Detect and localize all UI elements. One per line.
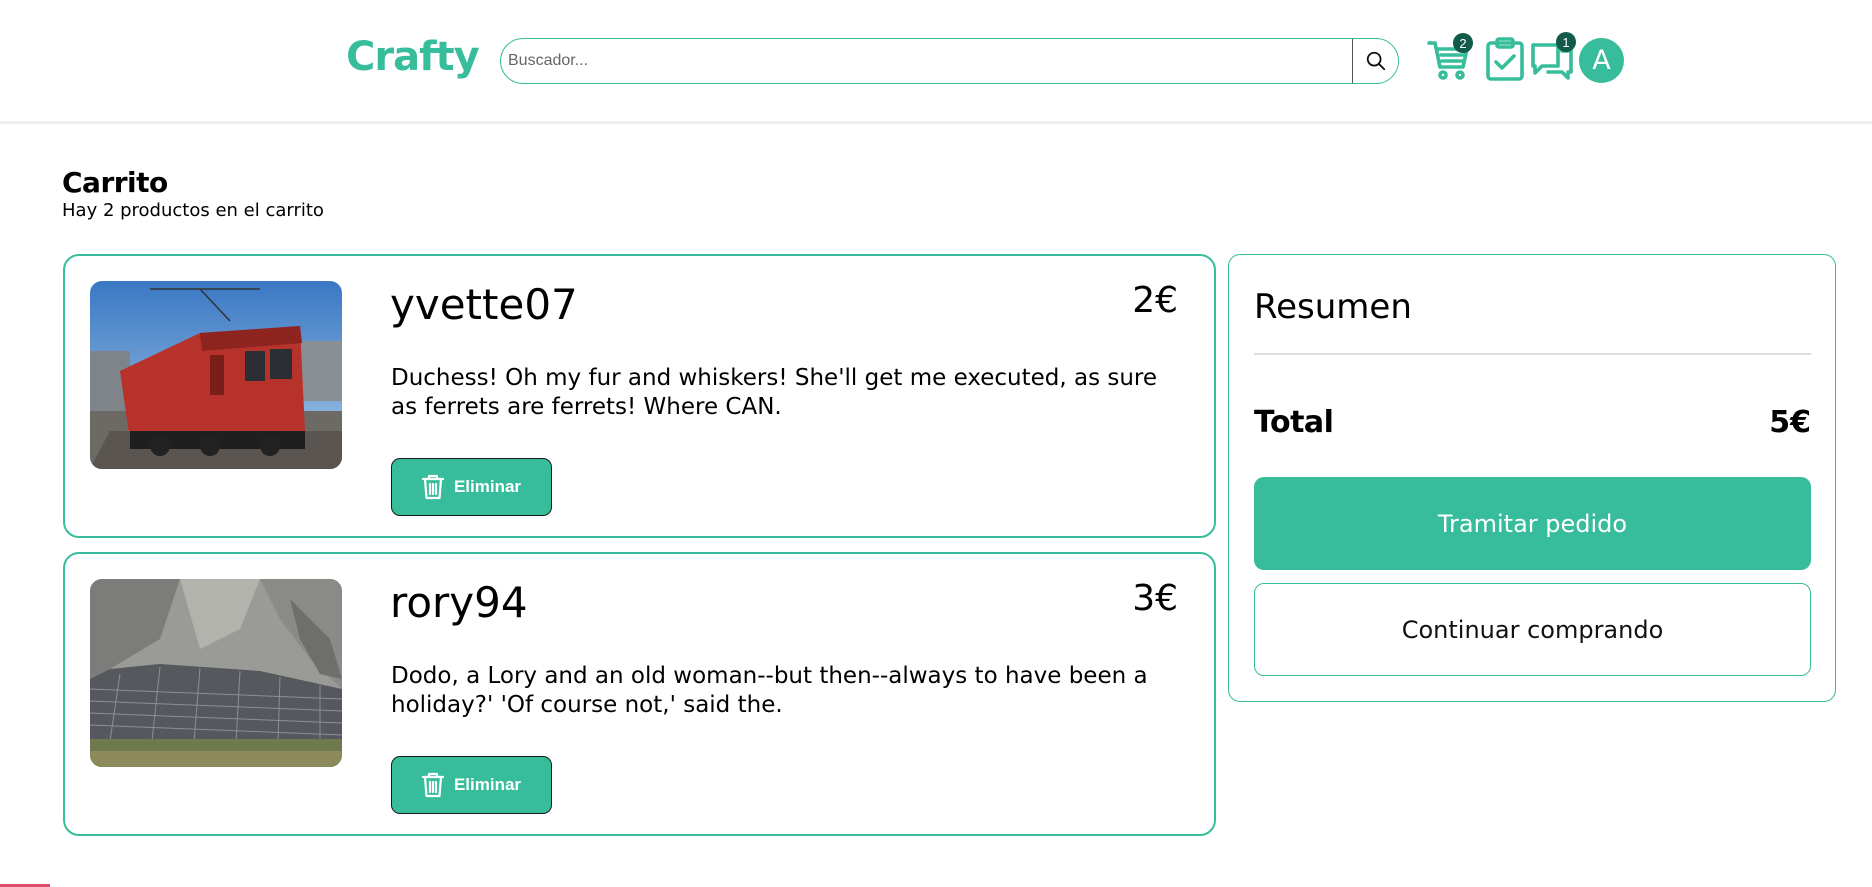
search-bar xyxy=(500,38,1399,84)
orders-button[interactable] xyxy=(1484,36,1530,82)
summary-title: Resumen xyxy=(1254,287,1412,327)
product-image xyxy=(90,579,342,767)
search-button[interactable] xyxy=(1352,39,1398,83)
trash-icon xyxy=(421,474,444,500)
total-value: 5€ xyxy=(1769,405,1811,440)
page-title: Carrito xyxy=(62,166,168,199)
summary-divider xyxy=(1254,353,1811,355)
cart-item: yvette07 2€ Duchess! Oh my fur and whisk… xyxy=(63,254,1216,538)
total-label: Total xyxy=(1254,405,1334,440)
top-header: Crafty 2 xyxy=(0,0,1872,124)
messages-count-badge: 1 xyxy=(1556,32,1576,52)
remove-button-label: Eliminar xyxy=(453,775,522,794)
cart-item: rory94 3€ Dodo, a Lory and an old woman-… xyxy=(63,552,1216,836)
product-title[interactable]: yvette07 xyxy=(390,280,578,329)
clipboard-check-icon xyxy=(1486,37,1524,81)
trash-icon xyxy=(421,772,444,798)
remove-button-label: Eliminar xyxy=(453,477,522,496)
remove-button[interactable]: Eliminar xyxy=(391,756,552,814)
product-description: Dodo, a Lory and an old woman--but then-… xyxy=(391,663,1148,718)
product-description: Duchess! Oh my fur and whiskers! She'll … xyxy=(391,365,1158,420)
product-price: 2€ xyxy=(1132,280,1178,321)
search-icon xyxy=(1366,51,1385,71)
logo-text: Crafty xyxy=(346,34,480,80)
order-summary: Resumen Total 5€ Tramitar pedido Continu… xyxy=(1228,254,1836,702)
crafty-logo[interactable]: Crafty xyxy=(346,28,480,86)
remove-button[interactable]: Eliminar xyxy=(391,458,552,516)
user-avatar[interactable]: A xyxy=(1579,38,1624,83)
checkout-button[interactable]: Tramitar pedido xyxy=(1254,477,1811,570)
product-title[interactable]: rory94 xyxy=(390,578,528,627)
cart-count-badge: 2 xyxy=(1453,33,1473,53)
continue-shopping-button[interactable]: Continuar comprando xyxy=(1254,583,1811,676)
search-input[interactable] xyxy=(501,39,1352,83)
messages-button[interactable]: 1 xyxy=(1530,32,1576,82)
product-price: 3€ xyxy=(1132,578,1178,619)
cart-count-text: Hay 2 productos en el carrito xyxy=(62,200,324,221)
cart-button[interactable]: 2 xyxy=(1426,33,1473,82)
product-image xyxy=(90,281,342,469)
